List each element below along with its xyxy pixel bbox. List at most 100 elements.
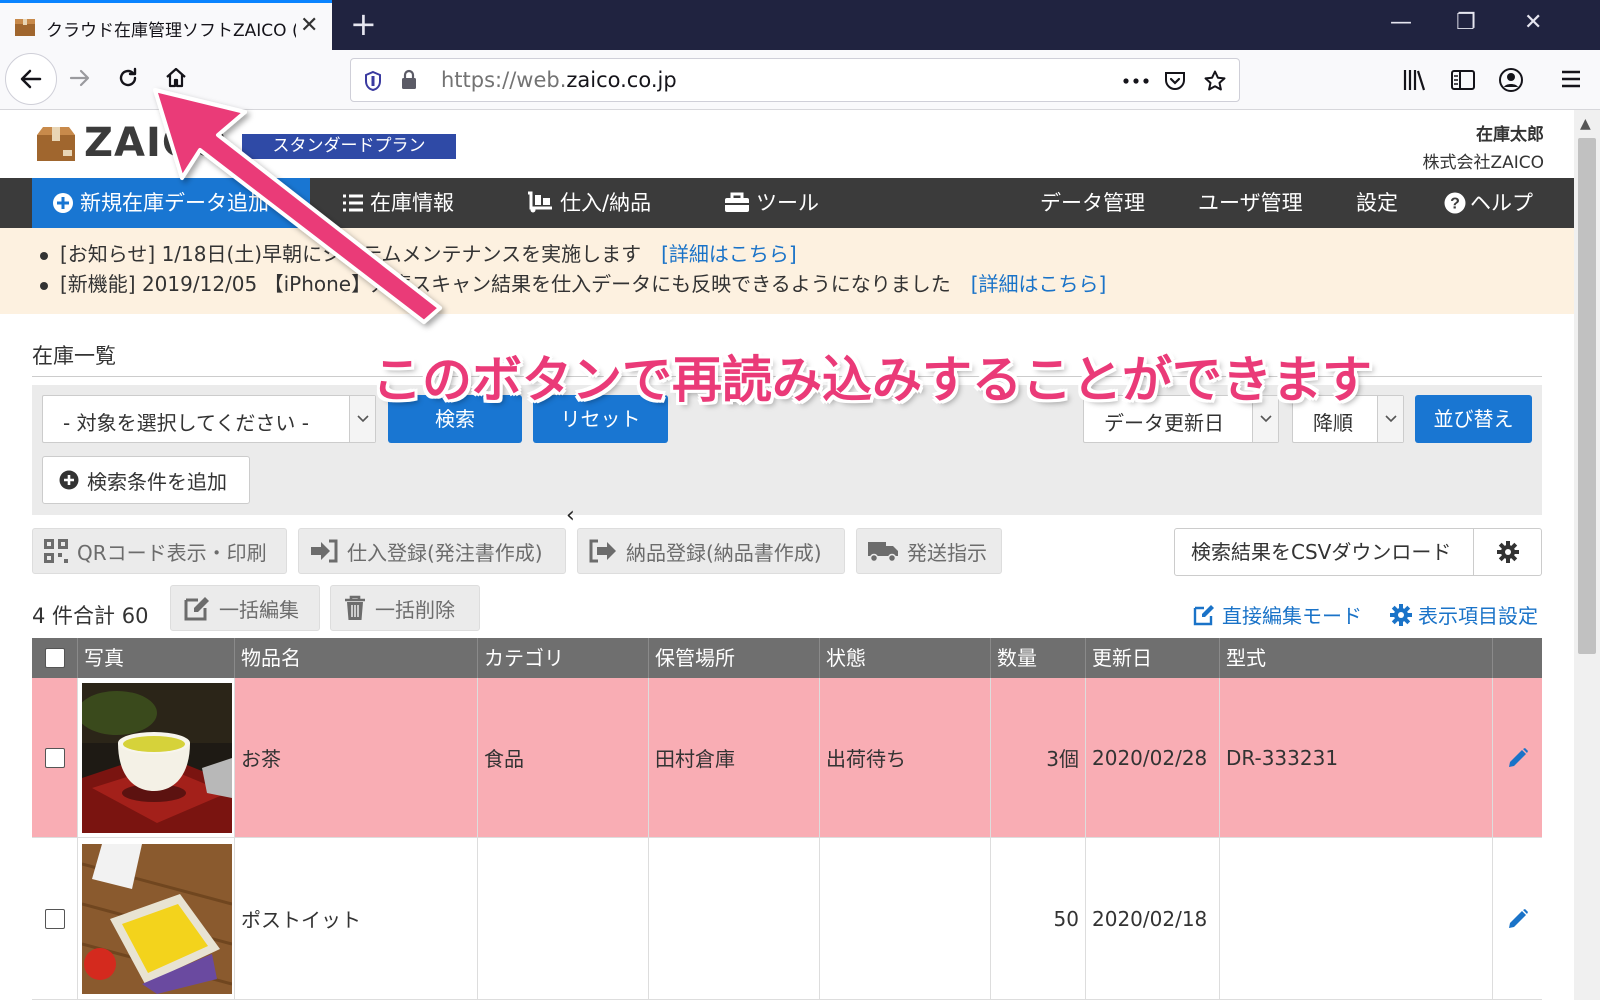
column-header-status[interactable]: 状態	[820, 638, 991, 678]
company-name: 株式会社ZAICO	[1422, 153, 1544, 173]
item-quantity: 3個	[991, 678, 1086, 837]
shield-icon[interactable]	[363, 70, 383, 92]
item-photo-postit[interactable]	[82, 843, 232, 994]
column-settings-link[interactable]: 表示項目設定	[1390, 600, 1538, 629]
restore-button[interactable]: ❐	[1456, 10, 1476, 36]
row-checkbox[interactable]	[44, 747, 65, 768]
sidebar-icon[interactable]	[1450, 68, 1476, 92]
delivery-register-label: 納品登録(納品書作成)	[626, 540, 822, 565]
tab-title: クラウド在庫管理ソフトZAICO (ス	[46, 21, 296, 41]
home-icon	[166, 67, 186, 88]
filter-target-select[interactable]: - 対象を選択してください -	[42, 395, 376, 443]
new-tab-button[interactable]: +	[350, 6, 377, 42]
menu-user-management[interactable]: ユーザ管理	[1198, 178, 1303, 228]
menu-new-item[interactable]: 新規在庫データ追加	[32, 178, 310, 228]
user-name[interactable]: 在庫太郎	[1476, 120, 1544, 145]
item-name[interactable]: ポストイット	[235, 838, 478, 999]
edit-icon	[184, 597, 209, 621]
hamburger-menu-icon[interactable]	[1560, 69, 1582, 89]
notice-text: [新機能] 2019/12/05 【iPhone】入庫スキャン結果を仕入データに…	[60, 272, 951, 296]
bulk-edit-button[interactable]: 一括編集	[170, 585, 320, 631]
notice-item: [新機能] 2019/12/05 【iPhone】入庫スキャン結果を仕入データに…	[40, 268, 1106, 297]
menu-purchase[interactable]: 仕入/納品	[526, 178, 651, 228]
tab-close-icon[interactable]: ✕	[300, 15, 318, 37]
item-updated: 2020/02/18	[1086, 838, 1220, 999]
menu-new-label: 新規在庫データ追加	[80, 191, 269, 215]
browser-tab-bar: クラウド在庫管理ソフトZAICO (ス ✕ + — ❐ ✕	[0, 0, 1600, 50]
scroll-up-arrow-icon[interactable]: ▲	[1580, 116, 1591, 132]
menu-data-management[interactable]: データ管理	[1040, 178, 1145, 228]
row-checkbox[interactable]	[44, 908, 65, 929]
shipping-label: 発送指示	[907, 540, 987, 565]
column-header-quantity[interactable]: 数量	[991, 638, 1086, 678]
column-header-name[interactable]: 物品名	[235, 638, 478, 678]
forward-button[interactable]	[62, 60, 98, 96]
sign-out-icon	[589, 539, 616, 563]
select-all-checkbox[interactable]	[44, 648, 65, 668]
pencil-icon[interactable]	[1507, 747, 1529, 769]
purchase-register-button[interactable]: 仕入登録(発注書作成)	[298, 528, 566, 574]
add-condition-label: 検索条件を追加	[87, 469, 227, 494]
table-row[interactable]: お茶 食品 田村倉庫 出荷待ち 3個 2020/02/28 DR-333231	[32, 678, 1542, 838]
direct-edit-label: 直接編集モード	[1222, 604, 1362, 628]
csv-download-button[interactable]: 検索結果をCSVダウンロード	[1174, 528, 1474, 576]
column-header-location[interactable]: 保管場所	[649, 638, 820, 678]
menu-inventory[interactable]: 在庫情報	[342, 178, 454, 228]
notice-text: [お知らせ] 1/18日(土)早朝にシステムメンテナンスを実施します	[60, 242, 642, 266]
row-select-cell	[32, 678, 78, 837]
column-header-photo[interactable]: 写真	[78, 638, 235, 678]
arrow-right-icon	[69, 69, 90, 87]
bulk-delete-button[interactable]: 一括削除	[330, 585, 480, 631]
qr-code-label: QRコード表示・印刷	[77, 540, 267, 565]
pocket-icon[interactable]	[1163, 69, 1187, 93]
scrollbar-thumb[interactable]	[1578, 138, 1596, 654]
sign-in-icon	[311, 539, 338, 563]
logo-text[interactable]: ZAICO	[84, 120, 227, 166]
edit-icon	[1193, 604, 1214, 625]
home-button[interactable]	[158, 60, 194, 96]
notice-banner: [お知らせ] 1/18日(土)早朝にシステムメンテナンスを実施します [詳細はこち…	[0, 228, 1574, 314]
qr-code-icon	[44, 539, 68, 563]
delivery-register-button[interactable]: 納品登録(納品書作成)	[577, 528, 845, 574]
more-actions-icon[interactable]	[1123, 78, 1149, 84]
pencil-icon[interactable]	[1507, 908, 1529, 930]
notice-details-link[interactable]: [詳細はこちら]	[971, 272, 1107, 296]
annotation-caption: このボタンで再読み込みすることができます	[372, 351, 1372, 409]
back-button[interactable]	[5, 53, 57, 105]
item-category	[478, 838, 649, 999]
library-icon[interactable]	[1402, 68, 1428, 92]
sort-button[interactable]: 並び替え	[1415, 395, 1532, 443]
item-status	[820, 838, 991, 999]
arrow-left-icon	[20, 69, 42, 89]
menu-settings[interactable]: 設定	[1356, 178, 1398, 228]
reload-button[interactable]	[110, 60, 146, 96]
csv-settings-button[interactable]	[1474, 528, 1542, 576]
url-bar[interactable]: https://web.zaico.co.jp	[350, 58, 1240, 102]
column-header-actions	[1493, 638, 1542, 678]
bookmark-star-icon[interactable]	[1203, 69, 1227, 93]
qr-code-button[interactable]: QRコード表示・印刷	[32, 528, 287, 574]
notice-details-link[interactable]: [詳細はこちら]	[661, 242, 797, 266]
minimize-button[interactable]: —	[1390, 10, 1412, 36]
bulk-edit-label: 一括編集	[219, 597, 299, 622]
menu-tools[interactable]: ツール	[724, 178, 819, 228]
item-photo-tea[interactable]	[82, 682, 232, 833]
lock-icon[interactable]	[399, 69, 419, 91]
table-row[interactable]: ポストイット 50 2020/02/18	[32, 838, 1542, 1000]
direct-edit-mode-link[interactable]: 直接編集モード	[1192, 600, 1362, 629]
column-header-updated[interactable]: 更新日	[1086, 638, 1220, 678]
menu-help[interactable]: ? ヘルプ	[1444, 178, 1533, 228]
menu-help-label: ヘルプ	[1470, 191, 1533, 215]
browser-tab[interactable]: クラウド在庫管理ソフトZAICO (ス ✕	[0, 0, 332, 50]
column-header-model[interactable]: 型式	[1220, 638, 1493, 678]
item-name[interactable]: お茶	[235, 678, 478, 837]
account-icon[interactable]	[1498, 67, 1524, 93]
add-condition-button[interactable]: 検索条件を追加	[42, 456, 250, 504]
url-text: https://web.zaico.co.jp	[441, 68, 677, 92]
trash-icon	[345, 595, 365, 620]
column-header-category[interactable]: カテゴリ	[478, 638, 649, 678]
shipping-instruction-button[interactable]: 発送指示	[856, 528, 1002, 574]
gear-icon	[1390, 603, 1412, 626]
filter-select-label: - 対象を選択してください -	[63, 411, 309, 435]
window-close-button[interactable]: ✕	[1524, 10, 1542, 36]
